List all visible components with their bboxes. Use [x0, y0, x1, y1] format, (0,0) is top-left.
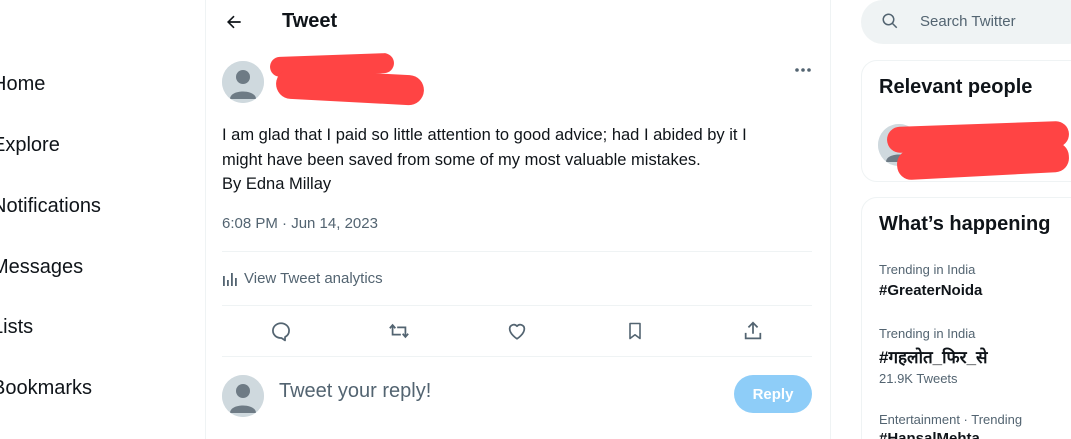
arrow-left-icon — [227, 15, 241, 29]
main-column: Tweet I am glad that I paid so little at… — [206, 0, 830, 439]
reply-button[interactable]: Reply — [734, 375, 812, 413]
divider — [222, 251, 812, 252]
more-options-button[interactable] — [790, 60, 816, 80]
nav-item-notifications[interactable]: Notifications — [0, 195, 101, 218]
default-avatar-icon — [222, 375, 264, 417]
bookmark-action-button[interactable] — [622, 318, 648, 344]
tweet-text-line: might have been saved from some of my mo… — [222, 150, 701, 169]
like-action-button[interactable] — [504, 318, 530, 344]
nav-item-lists[interactable]: Lists — [0, 316, 33, 339]
divider — [222, 356, 812, 357]
search-input[interactable]: Search Twitter — [861, 0, 1071, 44]
trend-name[interactable]: #GreaterNoida — [879, 282, 982, 299]
reply-action-button[interactable] — [268, 318, 294, 344]
trend-meta: Trending in India — [879, 326, 976, 341]
current-user-avatar[interactable] — [222, 375, 264, 417]
tweet-timestamp[interactable]: 6:08 PM · Jun 14, 2023 — [222, 215, 378, 232]
nav-item-explore[interactable]: Explore — [0, 134, 60, 157]
page-title: Tweet — [282, 10, 338, 32]
nav-item-messages[interactable]: Messages — [0, 256, 83, 279]
trend-tweet-count: 21.9K Tweets — [879, 371, 958, 386]
trend-meta: Entertainment · Trending — [879, 412, 1023, 427]
default-avatar-icon — [222, 61, 264, 103]
retweet-action-button[interactable] — [386, 318, 412, 344]
left-nav: Home Explore Notifications Messages List… — [0, 0, 205, 439]
whats-happening-title: What’s happening — [879, 213, 1051, 235]
nav-item-home[interactable]: Home — [0, 73, 45, 96]
retweet-icon — [389, 323, 409, 339]
author-avatar[interactable] — [222, 61, 264, 103]
reply-icon — [272, 322, 290, 342]
analytics-label: View Tweet analytics — [244, 270, 383, 287]
redacted-author-handle — [275, 68, 425, 106]
main-right-border — [830, 0, 831, 439]
view-analytics-link[interactable]: View Tweet analytics — [222, 270, 383, 287]
tweet-text: I am glad that I paid so little attentio… — [222, 123, 822, 197]
divider — [222, 305, 812, 306]
tweet-header: Tweet — [206, 0, 830, 44]
search-icon — [882, 13, 898, 29]
trend-meta: Trending in India — [879, 262, 976, 277]
nav-item-bookmarks[interactable]: Bookmarks — [0, 377, 92, 400]
share-action-button[interactable] — [740, 318, 766, 344]
back-button[interactable] — [220, 8, 248, 36]
tweet-text-line: I am glad that I paid so little attentio… — [222, 126, 747, 144]
reply-input[interactable]: Tweet your reply! — [279, 380, 431, 403]
search-placeholder: Search Twitter — [920, 13, 1016, 30]
relevant-people-title: Relevant people — [879, 76, 1033, 98]
bookmark-icon — [629, 322, 641, 340]
share-icon — [744, 321, 762, 340]
whats-happening-card: What’s happening — [861, 197, 1071, 439]
like-icon — [508, 323, 526, 340]
trend-name[interactable]: #HansalMehta — [879, 430, 980, 439]
relevant-people-card: Relevant people — [861, 60, 1071, 182]
tweet-text-line: By Edna Millay — [222, 175, 332, 193]
analytics-icon — [223, 272, 237, 286]
more-horizontal-icon — [795, 68, 811, 72]
trend-name[interactable]: #गहलोत_फिर_से — [879, 345, 988, 368]
